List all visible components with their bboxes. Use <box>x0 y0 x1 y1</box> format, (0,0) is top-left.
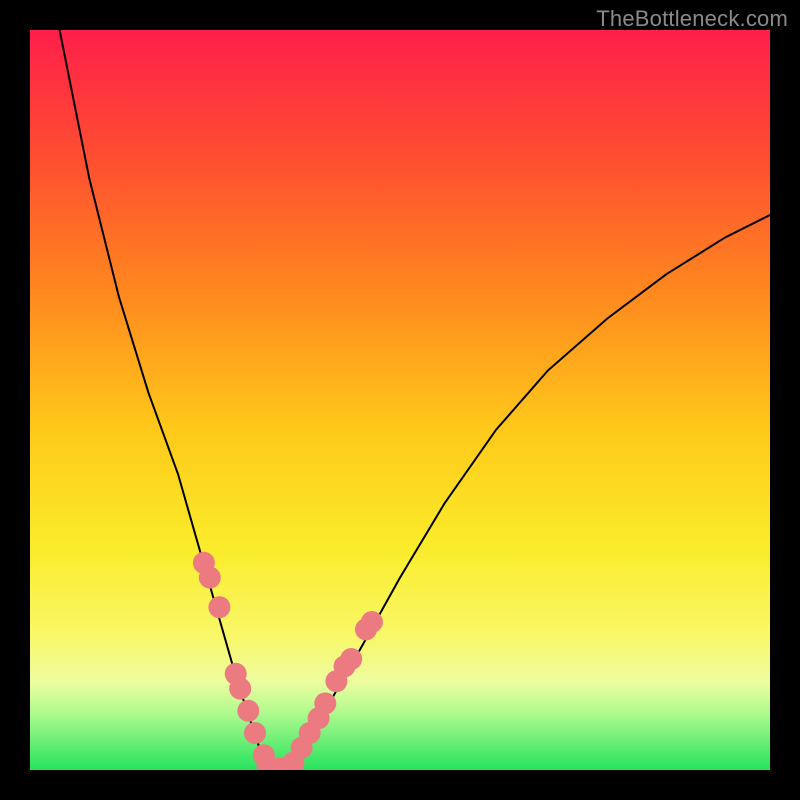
chart-svg <box>30 30 770 770</box>
highlight-dot <box>244 722 266 744</box>
highlight-dot <box>229 678 251 700</box>
plot-area <box>30 30 770 770</box>
highlight-dot <box>361 611 383 633</box>
highlight-dot <box>208 596 230 618</box>
chart-frame: TheBottleneck.com <box>0 0 800 800</box>
highlight-dots-group <box>193 552 383 770</box>
watermark-text: TheBottleneck.com <box>596 6 788 32</box>
bottleneck-curve-path <box>60 30 770 770</box>
highlight-dot <box>314 692 336 714</box>
highlight-dot <box>199 567 221 589</box>
highlight-dot <box>237 700 259 722</box>
highlight-dot <box>340 648 362 670</box>
